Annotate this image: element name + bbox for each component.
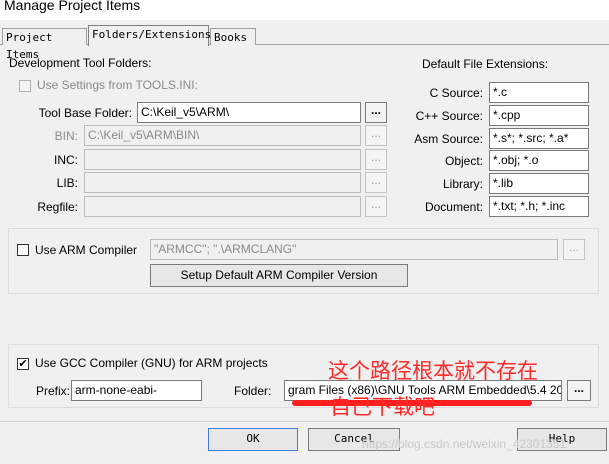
object-field[interactable]: *.obj; *.o (489, 150, 589, 171)
tool-base-field[interactable]: C:\Keil_v5\ARM\ (137, 102, 361, 123)
use-arm-compiler-checkbox[interactable] (17, 244, 29, 256)
cpp-source-label: C++ Source: (415, 109, 483, 123)
use-arm-compiler-label: Use ARM Compiler (35, 243, 138, 257)
tab-label: Folders/Extensions (92, 28, 212, 41)
arm-compiler-path-field[interactable]: "ARMCC"; ".\ARMCLANG" (150, 239, 558, 260)
extensions-heading: Default File Extensions: (422, 57, 549, 71)
cpp-source-field[interactable]: *.cpp (489, 105, 589, 126)
use-tools-ini-checkbox[interactable] (19, 80, 31, 92)
annotation-line-1: 这个路径根本就不存在 (328, 359, 538, 383)
tab-label: Books (214, 31, 248, 44)
gcc-folder-browse-button[interactable]: ... (567, 380, 591, 401)
folder-label: Folder: (234, 384, 272, 398)
bin-field[interactable]: C:\Keil_v5\ARM\BIN\ (84, 125, 361, 146)
document-field[interactable]: *.txt; *.h; *.inc (489, 196, 589, 217)
asm-source-field[interactable]: *.s*; *.src; *.a* (489, 128, 589, 149)
lib-label: LIB: (56, 176, 78, 190)
prefix-field[interactable]: arm-none-eabi- (71, 380, 202, 401)
bin-browse-button[interactable]: ... (365, 125, 387, 146)
regfile-field[interactable] (84, 196, 361, 217)
checkmark-icon: ✔ (18, 358, 28, 370)
bin-label: BIN: (54, 129, 78, 143)
inc-label: INC: (54, 153, 78, 167)
library-field[interactable]: *.lib (489, 173, 589, 194)
window-title: Manage Project Items (4, 0, 141, 13)
arm-compiler-browse-button[interactable]: ... (563, 239, 585, 260)
annotation-line-2: 自己下载吧 (330, 395, 435, 419)
dev-tools-heading: Development Tool Folders: (9, 56, 152, 70)
use-gcc-label: Use GCC Compiler (GNU) for ARM projects (35, 356, 268, 370)
prefix-label: Prefix: (36, 384, 71, 398)
lib-browse-button[interactable]: ... (365, 172, 387, 193)
tab-project-items[interactable]: Project Items (2, 28, 87, 61)
c-source-field[interactable]: *.c (489, 82, 589, 103)
tab-folders-extensions[interactable]: Folders/Extensions (88, 25, 212, 46)
footer-divider (0, 421, 609, 422)
regfile-label: Regfile: (37, 200, 78, 214)
use-tools-ini-label: Use Settings from TOOLS.INI: (37, 78, 198, 92)
tab-books[interactable]: Books (210, 28, 256, 45)
watermark-text: https://blog.csdn.net/weixin_42301351 (362, 437, 567, 451)
regfile-browse-button[interactable]: ... (365, 196, 387, 217)
library-label: Library: (442, 177, 483, 191)
asm-source-label: Asm Source: (414, 132, 483, 146)
c-source-label: C Source: (429, 86, 483, 100)
lib-field[interactable] (84, 172, 361, 193)
object-label: Object: (444, 154, 483, 168)
tool-base-browse-button[interactable]: ... (365, 102, 387, 123)
inc-browse-button[interactable]: ... (365, 149, 387, 170)
use-gcc-checkbox[interactable]: ✔ (17, 358, 29, 370)
setup-arm-compiler-button[interactable]: Setup Default ARM Compiler Version (150, 264, 408, 287)
tool-base-label: Tool Base Folder: (38, 106, 132, 120)
inc-field[interactable] (84, 149, 361, 170)
ok-button[interactable]: OK (208, 428, 298, 451)
document-label: Document: (424, 200, 483, 214)
